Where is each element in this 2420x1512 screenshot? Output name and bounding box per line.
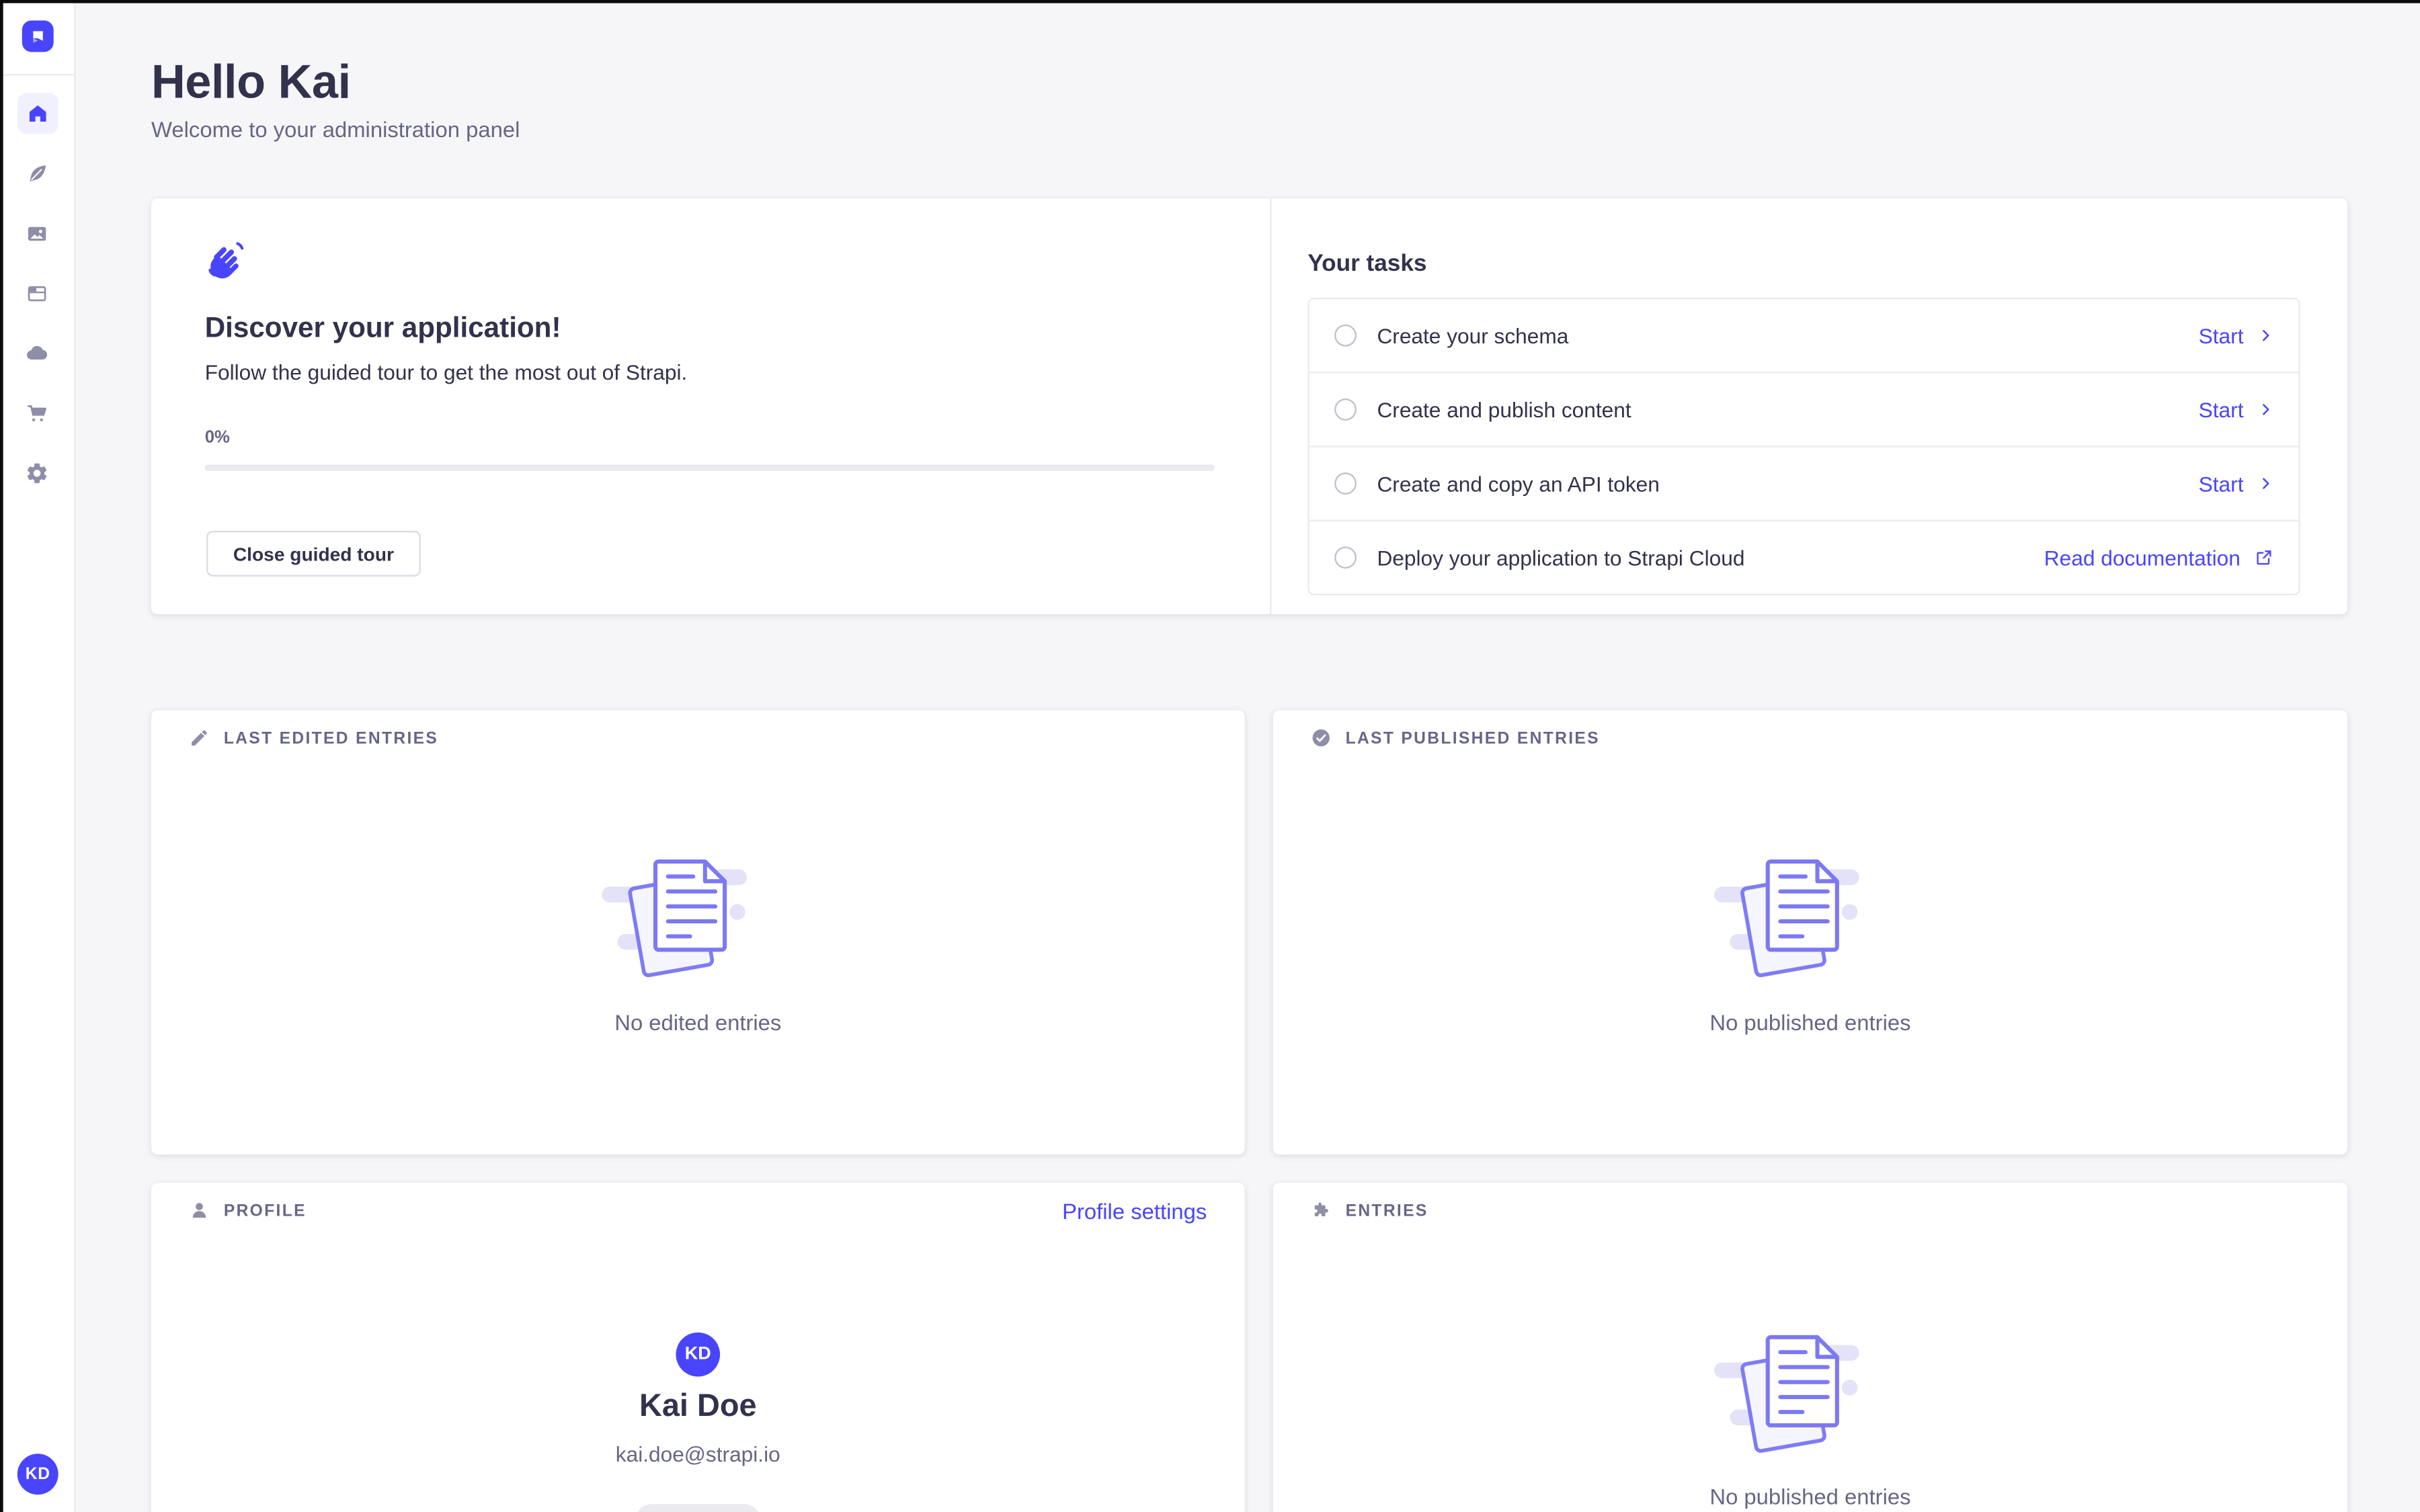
sidebar-item-media-library[interactable] — [17, 212, 58, 253]
page-subtitle: Welcome to your administration panel — [151, 116, 520, 142]
widget-header: PROFILE — [189, 1200, 307, 1220]
profile-card: PROFILE Profile settings KD Kai Doe kai.… — [151, 1183, 1245, 1512]
last-published-entries-card: LAST PUBLISHED ENTRIES — [1273, 710, 2347, 1154]
sidebar-item-home[interactable] — [17, 93, 58, 134]
cloud-icon — [26, 341, 49, 364]
sidebar-nav-rail: KD — [0, 0, 76, 1512]
tasks-heading: Your tasks — [1307, 251, 1426, 278]
task-row-create-schema: Create your schema Start — [1309, 299, 2299, 373]
sidebar-item-cloud[interactable] — [17, 333, 58, 374]
sidebar-item-content-manager[interactable] — [17, 153, 58, 194]
home-icon — [26, 102, 48, 124]
profile-name: Kai Doe — [151, 1389, 1245, 1425]
layout-icon — [26, 281, 49, 304]
screenshot-top-edge — [0, 0, 2420, 3]
task-status-circle-icon — [1334, 398, 1357, 421]
strapi-logo[interactable] — [22, 20, 54, 52]
puzzle-icon — [1311, 1200, 1331, 1220]
widget-title: LAST EDITED ENTRIES — [224, 728, 438, 747]
widget-title: PROFILE — [224, 1201, 307, 1220]
widget-header: LAST PUBLISHED ENTRIES — [1311, 728, 1600, 748]
empty-state-caption: No published entries — [1273, 1484, 2347, 1509]
task-start-link[interactable]: Start — [2199, 324, 2273, 347]
chevron-right-icon — [2258, 328, 2273, 343]
task-status-circle-icon — [1334, 472, 1357, 495]
chevron-right-icon — [2258, 476, 2273, 491]
profile-avatar: KD — [676, 1333, 720, 1377]
empty-documents-illustration — [1711, 1331, 1909, 1464]
waving-hand-icon — [205, 238, 247, 288]
task-action-label: Start — [2199, 324, 2244, 347]
card-divider — [1270, 198, 1271, 614]
sidebar-item-marketplace[interactable] — [17, 392, 58, 433]
widget-title: LAST PUBLISHED ENTRIES — [1346, 728, 1600, 747]
task-action-label: Start — [2199, 398, 2244, 421]
task-action-label: Read documentation — [2044, 546, 2241, 569]
task-status-circle-icon — [1334, 546, 1357, 569]
sidebar-nav — [0, 93, 74, 493]
widget-header: LAST EDITED ENTRIES — [189, 728, 438, 748]
pencil-icon — [189, 728, 209, 748]
gear-icon — [26, 461, 49, 485]
sidebar-item-content-type-builder[interactable] — [17, 272, 58, 313]
feather-icon — [26, 162, 48, 184]
profile-settings-link[interactable]: Profile settings — [1062, 1199, 1207, 1224]
task-label: Create your schema — [1377, 324, 1568, 347]
media-icon — [26, 221, 49, 245]
task-status-circle-icon — [1334, 325, 1357, 347]
task-action-label: Start — [2199, 472, 2244, 495]
empty-documents-illustration — [1711, 855, 1909, 989]
cart-icon — [26, 401, 49, 424]
task-start-link[interactable]: Start — [2199, 398, 2273, 421]
widget-title: ENTRIES — [1346, 1201, 1428, 1220]
guided-tour-description: Follow the guided tour to get the most o… — [205, 361, 688, 384]
chevron-right-icon — [2258, 402, 2273, 417]
task-start-link[interactable]: Start — [2199, 472, 2273, 495]
empty-state-caption: No published entries — [1273, 1009, 2347, 1035]
guided-tour-card: Discover your application! Follow the gu… — [151, 198, 2347, 614]
task-label: Create and copy an API token — [1377, 472, 1659, 495]
widget-header: ENTRIES — [1311, 1200, 1428, 1220]
task-row-publish-content: Create and publish content Start — [1309, 373, 2299, 447]
tasks-list: Create your schema Start Create and publ… — [1307, 298, 2300, 595]
check-circle-icon — [1311, 728, 1331, 748]
close-guided-tour-button[interactable]: Close guided tour — [206, 531, 421, 577]
task-label: Create and publish content — [1377, 398, 1631, 421]
task-read-documentation-link[interactable]: Read documentation — [2044, 546, 2273, 569]
profile-email: kai.doe@strapi.io — [151, 1443, 1245, 1466]
task-label: Deploy your application to Strapi Cloud — [1377, 546, 1744, 569]
external-link-icon — [2255, 548, 2273, 567]
entries-card: ENTRIES — [1273, 1183, 2347, 1512]
page-title: Hello Kai — [151, 56, 351, 110]
profile-role-badge — [635, 1504, 762, 1512]
empty-documents-illustration — [599, 855, 797, 989]
progress-bar — [205, 464, 1215, 470]
guided-tour-title: Discover your application! — [205, 312, 561, 345]
sidebar-item-settings[interactable] — [17, 452, 58, 493]
empty-state-caption: No edited entries — [151, 1009, 1245, 1035]
task-row-deploy-cloud: Deploy your application to Strapi Cloud … — [1309, 521, 2299, 594]
task-row-api-token: Create and copy an API token Start — [1309, 448, 2299, 521]
screenshot-left-edge — [0, 0, 3, 1512]
sidebar-user-avatar[interactable]: KD — [17, 1454, 58, 1495]
progress-percent-label: 0% — [205, 429, 230, 448]
last-edited-entries-card: LAST EDITED ENTRIES — [151, 710, 1245, 1154]
strapi-admin-dashboard: KD Hello Kai Welcome to your administrat… — [0, 0, 2420, 1512]
sidebar-divider — [0, 74, 76, 75]
person-icon — [189, 1200, 209, 1220]
